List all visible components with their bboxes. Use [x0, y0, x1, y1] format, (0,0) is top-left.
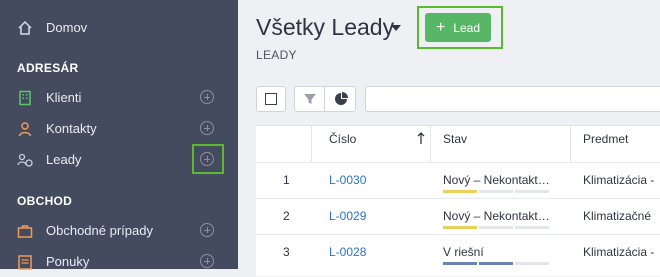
lead-subject: Klimatizačné [583, 209, 652, 223]
table-row[interactable]: 2 L-0029 Nový – Nekontakt… Klimatizačné [256, 198, 660, 235]
sidebar-item-label: Leady [46, 152, 82, 167]
sidebar-item-kontakty[interactable]: Kontakty [0, 114, 238, 144]
lead-status: Nový – Nekontakt… [443, 173, 550, 187]
leads-icon [17, 153, 33, 167]
add-klient-icon[interactable] [200, 90, 214, 104]
page-subtitle: LEADY [256, 48, 297, 62]
lead-subject: Klimatizácia - [583, 245, 655, 259]
lead-status: Nový – Nekontakt… [443, 209, 550, 223]
lead-number-link[interactable]: L-0028 [329, 245, 366, 259]
sort-arrow-up-icon[interactable] [417, 132, 425, 145]
section-title-obchod: OBCHOD [17, 194, 73, 208]
column-header-stav[interactable]: Stav [443, 132, 467, 146]
row-index: 3 [283, 245, 290, 259]
column-header-cislo[interactable]: Číslo [329, 132, 356, 146]
page-title[interactable]: Všetky Leady [256, 14, 394, 41]
lead-subject: Klimatizácia - [583, 173, 655, 187]
lead-number-link[interactable]: L-0029 [329, 209, 366, 223]
status-progress-bar [443, 262, 477, 265]
document-icon [18, 255, 32, 270]
add-kontakt-icon[interactable] [200, 121, 214, 135]
sidebar-item-label: Domov [46, 20, 88, 35]
person-icon [18, 122, 32, 137]
add-lead-highlight [192, 144, 224, 174]
sidebar-item-label: Ponuky [46, 254, 90, 269]
briefcase-icon [17, 225, 33, 238]
pie-chart-icon [335, 92, 348, 105]
filter-icon [304, 94, 316, 104]
search-input[interactable] [365, 86, 660, 112]
add-lead-button[interactable]: + Lead [425, 13, 491, 42]
home-icon [18, 20, 32, 35]
sidebar-item-home[interactable]: Domov [0, 13, 238, 43]
lead-status: V riešní [443, 245, 484, 259]
main-content: Všetky Leady LEADY + Lead Číslo Stav Pre… [238, 0, 660, 276]
sidebar-item-klienti[interactable]: Klienti [0, 83, 238, 113]
add-ponuka-icon[interactable] [200, 254, 214, 268]
chart-button[interactable] [324, 86, 356, 112]
row-index: 2 [283, 209, 290, 223]
table-row[interactable]: 3 L-0028 V riešní Klimatizácia - [256, 234, 660, 271]
plus-icon: + [435, 18, 446, 36]
building-icon [19, 90, 31, 106]
table-row[interactable]: 1 L-0030 Nový – Nekontakt… Klimatizácia … [256, 162, 660, 199]
chevron-down-icon[interactable] [391, 25, 401, 31]
leads-table: Číslo Stav Predmet 1 L-0030 Nový – Nekon… [256, 125, 660, 276]
select-all-button[interactable] [256, 86, 286, 112]
sidebar-item-label: Klienti [46, 90, 82, 105]
lead-number-link[interactable]: L-0030 [329, 173, 366, 187]
section-title-adresar: ADRESÁR [17, 61, 79, 75]
sidebar-item-ponuky[interactable]: Ponuky [0, 247, 238, 277]
sidebar-item-obchodne-pripady[interactable]: Obchodné prípady [0, 216, 238, 246]
sidebar-item-label: Kontakty [46, 121, 97, 136]
filter-button[interactable] [294, 86, 325, 112]
status-progress-bar [443, 190, 477, 193]
column-header-predmet[interactable]: Predmet [583, 132, 628, 146]
add-lead-button-label: Lead [453, 20, 481, 35]
sidebar-item-label: Obchodné prípady [46, 223, 153, 238]
row-index: 1 [283, 173, 290, 187]
checkbox-icon [265, 93, 277, 105]
sidebar: Domov ADRESÁR Klienti Kontakty Leady OBC… [0, 0, 238, 270]
add-obchodny-pripad-icon[interactable] [200, 223, 214, 237]
status-progress-bar [443, 226, 477, 229]
